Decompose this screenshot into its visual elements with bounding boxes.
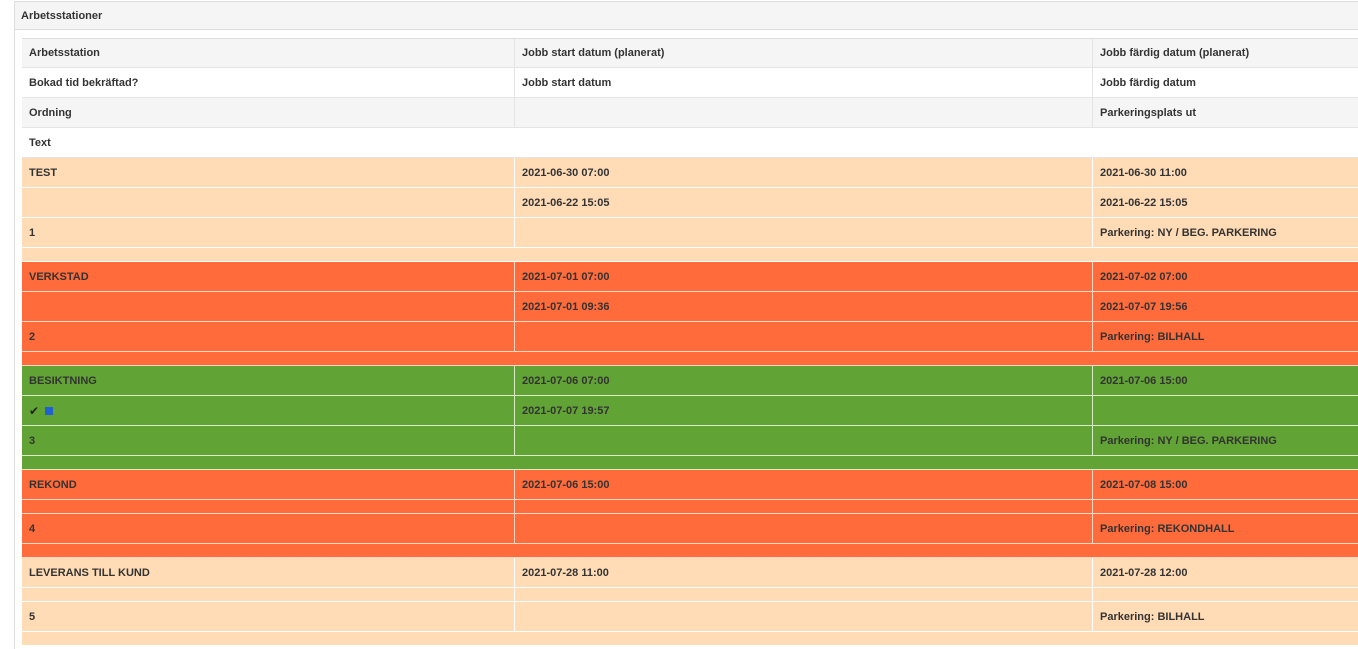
end-date bbox=[1093, 500, 1358, 513]
panel-title: Arbetsstationer bbox=[15, 2, 1358, 30]
planned-start: 2021-07-06 07:00 bbox=[515, 366, 1093, 395]
station-group-leverans[interactable]: LEVERANS TILL KUND 2021-07-28 11:00 2021… bbox=[22, 558, 1358, 646]
parking: Parkering: NY / BEG. PARKERING bbox=[1100, 226, 1277, 239]
station-group-test[interactable]: TEST 2021-06-30 07:00 2021-06-30 11:00 2… bbox=[22, 158, 1358, 262]
planned-start: 2021-07-06 15:00 bbox=[515, 470, 1093, 499]
table-row: TEST 2021-06-30 07:00 2021-06-30 11:00 bbox=[22, 158, 1358, 188]
order: 2 bbox=[22, 322, 515, 351]
check-icon: ✔ bbox=[29, 403, 40, 418]
text-row bbox=[22, 248, 1358, 262]
header-workstation: Arbetsstation bbox=[22, 39, 515, 67]
confirmed bbox=[22, 588, 515, 601]
empty-cell bbox=[515, 322, 1093, 351]
order: 1 bbox=[22, 218, 515, 247]
planned-end: 2021-07-02 07:00 bbox=[1100, 270, 1188, 283]
table-row: 2 Parkering: BILHALL bbox=[22, 322, 1358, 352]
confirmed bbox=[22, 188, 515, 217]
table-row: 2021-06-22 15:05 2021-06-22 15:05 bbox=[22, 188, 1358, 218]
header-order: Ordning bbox=[22, 98, 515, 127]
station-name: BESIKTNING bbox=[22, 366, 515, 395]
station-group-verkstad[interactable]: VERKSTAD 2021-07-01 07:00 2021-07-02 07:… bbox=[22, 262, 1358, 366]
start-date: 2021-07-01 09:36 bbox=[515, 292, 1093, 321]
order: 3 bbox=[22, 426, 515, 455]
order: 5 bbox=[22, 602, 515, 631]
workstations-panel: Arbetsstationer Arbetsstation Jobb start… bbox=[14, 1, 1358, 649]
table-row bbox=[22, 588, 1358, 602]
end-date: 2021-06-22 15:05 bbox=[1100, 196, 1188, 209]
table-row bbox=[22, 500, 1358, 514]
text-row bbox=[22, 632, 1358, 646]
square-icon[interactable] bbox=[45, 406, 53, 415]
station-group-rekond[interactable]: REKOND 2021-07-06 15:00 2021-07-08 15:00… bbox=[22, 470, 1358, 558]
empty-cell bbox=[515, 602, 1093, 631]
station-name: REKOND bbox=[22, 470, 515, 499]
header-planned-start: Jobb start datum (planerat) bbox=[515, 39, 1093, 67]
confirmed bbox=[22, 292, 515, 321]
text-row bbox=[22, 456, 1358, 470]
station-group-besiktning[interactable]: BESIKTNING 2021-07-06 07:00 2021-07-06 1… bbox=[22, 366, 1358, 470]
table-row: REKOND 2021-07-06 15:00 2021-07-08 15:00 bbox=[22, 470, 1358, 500]
table-row: 5 Parkering: BILHALL bbox=[22, 602, 1358, 632]
table-row: BESIKTNING 2021-07-06 07:00 2021-07-06 1… bbox=[22, 366, 1358, 396]
planned-end: 2021-06-30 11:00 bbox=[1100, 166, 1187, 179]
station-name: LEVERANS TILL KUND bbox=[22, 558, 515, 587]
planned-end: 2021-07-28 12:00 bbox=[1100, 566, 1188, 579]
station-name: VERKSTAD bbox=[22, 262, 515, 291]
parking: Parkering: BILHALL bbox=[1100, 330, 1205, 343]
order: 4 bbox=[22, 514, 515, 543]
planned-start: 2021-07-28 11:00 bbox=[515, 558, 1093, 587]
header-row: Arbetsstation Jobb start datum (planerat… bbox=[22, 38, 1358, 68]
text-cell bbox=[22, 544, 1358, 557]
header-end: Jobb färdig datum bbox=[1100, 76, 1196, 89]
header-row: Ordning Parkeringsplats ut bbox=[22, 98, 1358, 128]
header-parking: Parkeringsplats ut bbox=[1100, 106, 1196, 119]
table-row: 2021-07-01 09:36 2021-07-07 19:56 bbox=[22, 292, 1358, 322]
start-date bbox=[515, 500, 1093, 513]
start-date bbox=[515, 588, 1093, 601]
table-row: VERKSTAD 2021-07-01 07:00 2021-07-02 07:… bbox=[22, 262, 1358, 292]
header-start: Jobb start datum bbox=[515, 68, 1093, 97]
planned-end: 2021-07-06 15:00 bbox=[1100, 374, 1188, 387]
table-row: 1 Parkering: NY / BEG. PARKERING bbox=[22, 218, 1358, 248]
parking: Parkering: NY / BEG. PARKERING bbox=[1100, 434, 1277, 447]
text-cell bbox=[22, 248, 1358, 261]
confirmed bbox=[22, 500, 515, 513]
workstations-table: Arbetsstation Jobb start datum (planerat… bbox=[22, 38, 1358, 646]
header-planned-end: Jobb färdig datum (planerat) bbox=[1100, 47, 1250, 59]
table-row: LEVERANS TILL KUND 2021-07-28 11:00 2021… bbox=[22, 558, 1358, 588]
planned-start: 2021-07-01 07:00 bbox=[515, 262, 1093, 291]
text-row bbox=[22, 352, 1358, 366]
header-row: Text bbox=[22, 128, 1358, 158]
end-date bbox=[1093, 396, 1358, 425]
text-cell bbox=[22, 456, 1358, 469]
station-name: TEST bbox=[22, 158, 515, 187]
empty-cell bbox=[515, 514, 1093, 543]
end-date: 2021-07-07 19:56 bbox=[1100, 300, 1188, 313]
header-text: Text bbox=[29, 136, 51, 149]
empty-cell bbox=[515, 426, 1093, 455]
empty-cell bbox=[515, 218, 1093, 247]
planned-end: 2021-07-08 15:00 bbox=[1100, 478, 1188, 491]
parking: Parkering: BILHALL bbox=[1100, 610, 1205, 623]
start-date: 2021-06-22 15:05 bbox=[515, 188, 1093, 217]
header-empty bbox=[515, 98, 1093, 127]
header-confirmed: Bokad tid bekräftad? bbox=[22, 68, 515, 97]
start-date: 2021-07-07 19:57 bbox=[515, 396, 1093, 425]
table-row: 4 Parkering: REKONDHALL bbox=[22, 514, 1358, 544]
text-row bbox=[22, 544, 1358, 558]
text-cell bbox=[22, 632, 1358, 645]
confirmed: ✔ bbox=[22, 396, 515, 425]
table-header: Arbetsstation Jobb start datum (planerat… bbox=[22, 38, 1358, 158]
table-row: 3 Parkering: NY / BEG. PARKERING bbox=[22, 426, 1358, 456]
parking: Parkering: REKONDHALL bbox=[1100, 522, 1235, 535]
planned-start: 2021-06-30 07:00 bbox=[515, 158, 1093, 187]
table-row: ✔ 2021-07-07 19:57 bbox=[22, 396, 1358, 426]
end-date bbox=[1093, 588, 1358, 601]
text-cell bbox=[22, 352, 1358, 365]
header-row: Bokad tid bekräftad? Jobb start datum Jo… bbox=[22, 68, 1358, 98]
